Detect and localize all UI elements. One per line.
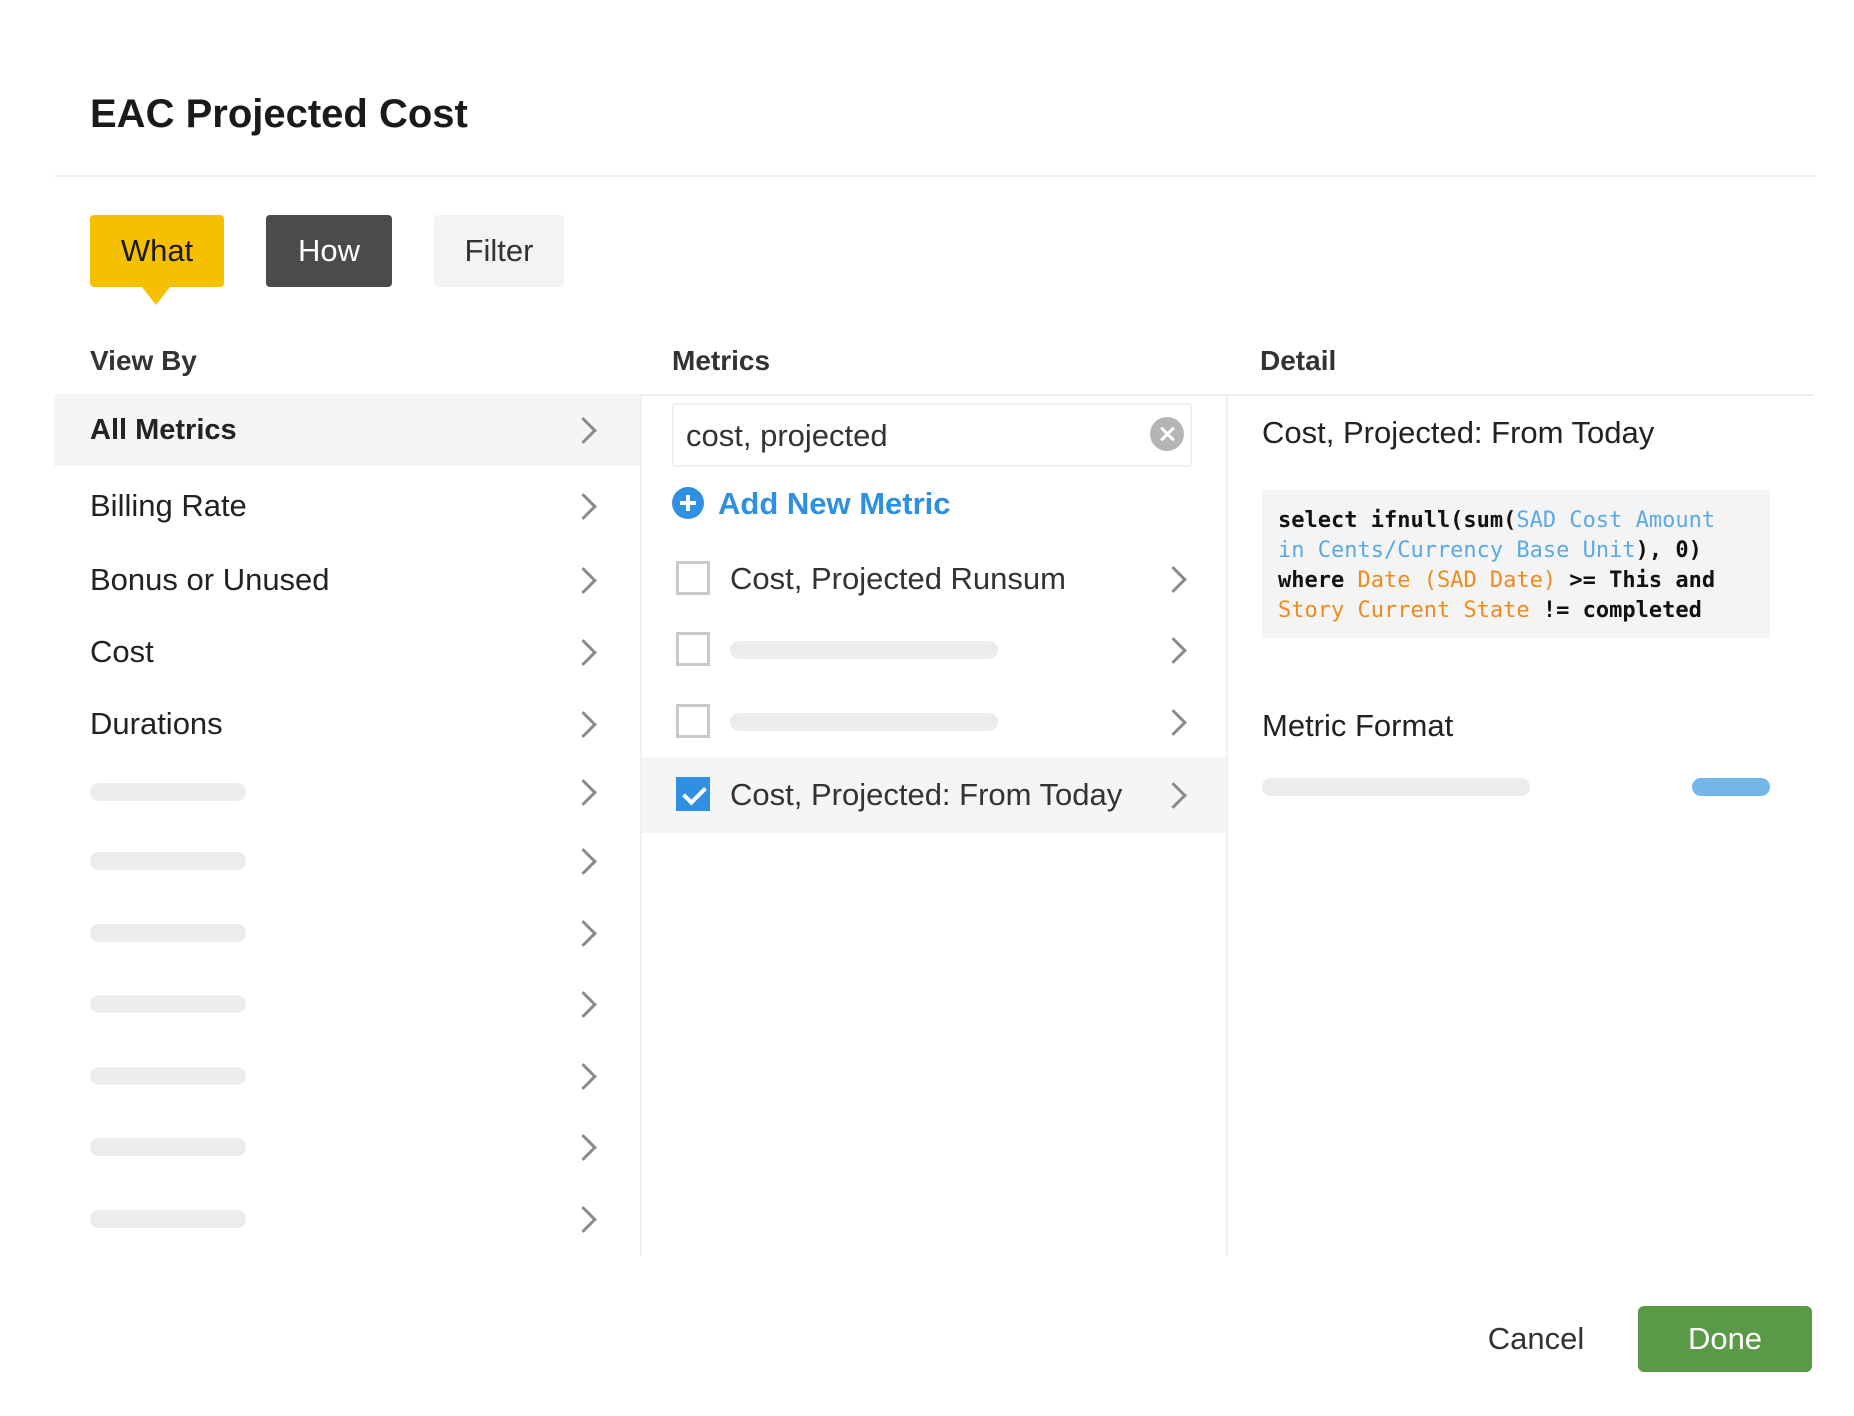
view-by-item-placeholder[interactable]: [54, 1183, 640, 1255]
metric-item-cost-projected-from-today[interactable]: Cost, Projected: From Today: [642, 757, 1226, 833]
view-by-item-placeholder[interactable]: [54, 825, 640, 897]
view-by-item-placeholder[interactable]: [54, 1040, 640, 1112]
view-by-item-all-metrics[interactable]: All Metrics: [54, 394, 640, 466]
tab-what[interactable]: What: [90, 215, 224, 305]
chevron-right-icon: [1160, 566, 1187, 593]
chevron-right-icon: [1160, 709, 1187, 736]
metric-item-label: Cost, Projected: From Today: [730, 777, 1123, 812]
dialog-title: EAC Projected Cost: [90, 92, 468, 136]
metric-checkbox[interactable]: [676, 704, 710, 738]
placeholder-bar: [90, 1210, 246, 1228]
placeholder-bar: [1262, 778, 1530, 796]
plus-circle-icon: [672, 487, 704, 519]
chevron-right-icon: [570, 493, 597, 520]
detail-header: Detail: [1260, 345, 1337, 376]
clear-search-icon[interactable]: [1150, 417, 1184, 451]
done-button[interactable]: Done: [1638, 1306, 1812, 1372]
placeholder-bar: [730, 713, 998, 731]
metrics-header: Metrics: [672, 345, 771, 376]
chevron-right-icon: [570, 1134, 597, 1161]
add-new-metric-label: Add New Metric: [718, 486, 951, 521]
metric-format-control[interactable]: [1692, 778, 1770, 796]
view-by-item-label: Durations: [90, 706, 223, 741]
placeholder-bar: [90, 1067, 246, 1085]
chevron-right-icon: [570, 991, 597, 1018]
view-by-item-label: Billing Rate: [90, 488, 247, 523]
chevron-right-icon: [570, 779, 597, 806]
view-by-item-label: Bonus or Unused: [90, 562, 330, 597]
cancel-button[interactable]: Cancel: [1474, 1306, 1598, 1372]
metric-item-label: Cost, Projected Runsum: [730, 561, 1066, 596]
chevron-right-icon: [570, 848, 597, 875]
chevron-right-icon: [570, 711, 597, 738]
metric-item-placeholder[interactable]: [642, 684, 1226, 760]
view-by-item-placeholder[interactable]: [54, 756, 640, 828]
placeholder-bar: [90, 1138, 246, 1156]
tab-filter[interactable]: Filter: [434, 215, 564, 287]
query-keyword: >= This and: [1556, 568, 1716, 593]
metric-checkbox-checked[interactable]: [676, 777, 710, 811]
chevron-right-icon: [570, 1063, 597, 1090]
placeholder-bar: [90, 995, 246, 1013]
chevron-right-icon: [570, 1206, 597, 1233]
metric-checkbox[interactable]: [676, 632, 710, 666]
chevron-right-icon: [570, 639, 597, 666]
title-divider: [54, 175, 1814, 177]
metric-format-title: Metric Format: [1262, 708, 1454, 743]
metric-search-input[interactable]: [684, 411, 1128, 461]
chevron-right-icon: [570, 920, 597, 947]
view-by-item-label: Cost: [90, 634, 154, 669]
tab-how[interactable]: How: [266, 215, 392, 287]
detail-metric-title: Cost, Projected: From Today: [1262, 415, 1655, 450]
metric-item-placeholder[interactable]: [642, 612, 1226, 688]
query-field: Story Current State: [1278, 598, 1530, 623]
metric-item-cost-projected-runsum[interactable]: Cost, Projected Runsum: [642, 541, 1226, 617]
view-by-item-placeholder[interactable]: [54, 897, 640, 969]
placeholder-bar: [90, 783, 246, 801]
placeholder-bar: [730, 641, 998, 659]
query-keyword: select ifnull(sum(: [1278, 508, 1517, 533]
placeholder-bar: [90, 852, 246, 870]
query-keyword: completed: [1582, 598, 1702, 623]
view-by-header: View By: [90, 345, 197, 376]
chevron-right-icon: [570, 417, 597, 444]
view-by-item-cost[interactable]: Cost: [54, 616, 640, 688]
metric-query-code: select ifnull(sum(SAD Cost Amount in Cen…: [1262, 490, 1770, 638]
metric-checkbox[interactable]: [676, 561, 710, 595]
query-field: Date (SAD Date): [1357, 568, 1557, 593]
view-by-item-label: All Metrics: [90, 414, 237, 446]
chevron-right-icon: [1160, 637, 1187, 664]
query-keyword: !=: [1529, 598, 1583, 623]
view-by-item-placeholder[interactable]: [54, 1111, 640, 1183]
metric-search-box: [672, 403, 1192, 467]
column-divider: [1226, 396, 1228, 1256]
placeholder-bar: [90, 924, 246, 942]
chevron-right-icon: [570, 567, 597, 594]
chevron-right-icon: [1160, 782, 1187, 809]
view-by-item-billing-rate[interactable]: Billing Rate: [54, 470, 640, 542]
view-by-item-durations[interactable]: Durations: [54, 688, 640, 760]
view-by-item-bonus-or-unused[interactable]: Bonus or Unused: [54, 544, 640, 616]
view-by-item-placeholder[interactable]: [54, 968, 640, 1040]
